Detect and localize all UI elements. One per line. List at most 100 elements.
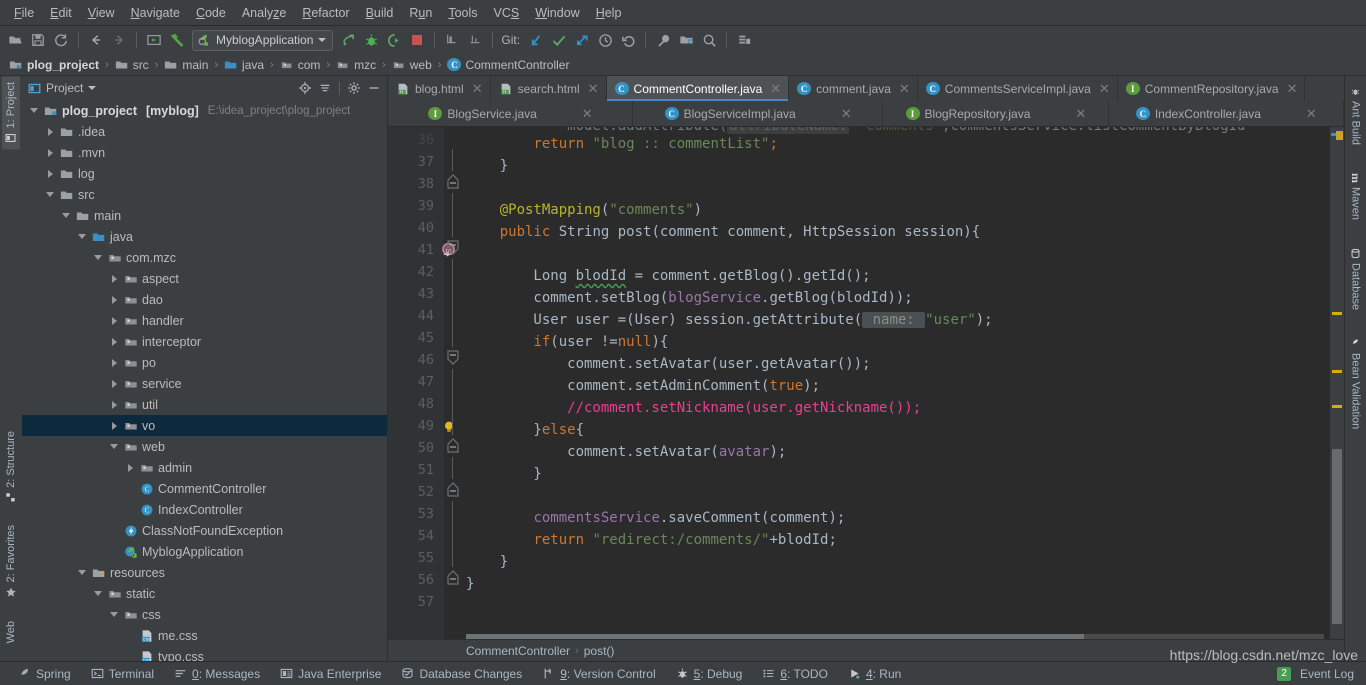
code-line[interactable] [462, 485, 1330, 507]
tree-node-po[interactable]: po [22, 352, 387, 373]
chevron-right-icon[interactable] [108, 420, 120, 432]
tab-blogserviceimpl-java[interactable]: C BlogServiceImpl.java ✕ [633, 101, 884, 126]
fold-marker[interactable] [444, 347, 462, 369]
close-icon[interactable]: ✕ [841, 107, 852, 120]
code-line[interactable]: } [462, 463, 1330, 485]
save-icon[interactable] [27, 29, 49, 51]
tree-node-typo-css[interactable]: CSS typo.css [22, 646, 387, 661]
tab-blogrepository-java[interactable]: I BlogRepository.java ✕ [883, 101, 1109, 126]
chevron-right-icon[interactable] [108, 336, 120, 348]
tree-node-log[interactable]: log [22, 163, 387, 184]
close-icon[interactable]: ✕ [1075, 107, 1086, 120]
status-database-changes[interactable]: Database Changes [391, 665, 532, 683]
tree-node-classnotfoundexception[interactable]: ClassNotFoundException [22, 520, 387, 541]
tree-node-src[interactable]: src [22, 184, 387, 205]
tab-blog-html[interactable]: H blog.html ✕ [388, 76, 491, 101]
scrollbar-thumb[interactable] [466, 634, 1084, 639]
tree-node-admin[interactable]: admin [22, 457, 387, 478]
code-line[interactable]: //comment.setNickname(user.getNickname()… [462, 397, 1330, 419]
tree-node-interceptor[interactable]: interceptor [22, 331, 387, 352]
status-event-log[interactable]: Event Log [1296, 665, 1358, 683]
close-icon[interactable]: ✕ [899, 82, 910, 95]
tree-node-commentcontroller[interactable]: C CommentController [22, 478, 387, 499]
tree-node-css[interactable]: css [22, 604, 387, 625]
chevron-right-icon[interactable] [44, 147, 56, 159]
menu-run[interactable]: Run [401, 3, 440, 23]
code-editor[interactable]: 36 37 38 39 40 41 m 42 43 44 45 46 47 48 49 50 51 52 53 54 5… [388, 127, 1344, 639]
open-folder-icon[interactable] [4, 29, 26, 51]
chevron-right-icon[interactable] [44, 168, 56, 180]
sidebar-item-bean-validation[interactable]: Bean Validation [1347, 332, 1365, 435]
debug-icon[interactable] [360, 29, 382, 51]
breadcrumb-CommentController[interactable]: C CommentController [444, 57, 572, 73]
history-icon[interactable] [594, 29, 616, 51]
breadcrumb-mzc[interactable]: mzc [333, 57, 379, 73]
status-spring[interactable]: Spring [8, 665, 81, 683]
build-hammer-icon[interactable] [166, 29, 188, 51]
run-icon[interactable] [337, 29, 359, 51]
close-icon[interactable]: ✕ [1287, 82, 1298, 95]
tab-commentrepository-java[interactable]: I CommentRepository.java ✕ [1118, 76, 1306, 101]
fold-marker[interactable] [444, 171, 462, 193]
code-line[interactable]: }else{ [462, 419, 1330, 441]
code-line[interactable] [462, 177, 1330, 199]
rollback-icon[interactable] [617, 29, 639, 51]
settings-gear-icon[interactable] [345, 79, 363, 97]
chevron-right-icon[interactable] [124, 462, 136, 474]
fold-marker[interactable] [444, 237, 462, 259]
menu-window[interactable]: Window [527, 3, 587, 23]
stack-icon[interactable] [733, 29, 755, 51]
chevron-right-icon[interactable] [108, 399, 120, 411]
hide-icon[interactable] [365, 79, 383, 97]
project-structure-icon[interactable] [675, 29, 697, 51]
tab-commentsserviceimpl-java[interactable]: C CommentsServiceImpl.java ✕ [918, 76, 1118, 101]
update-project-icon[interactable] [525, 29, 547, 51]
chevron-down-icon[interactable] [92, 588, 104, 600]
menu-file[interactable]: File [6, 3, 42, 23]
tab-comment-java[interactable]: C comment.java ✕ [789, 76, 918, 101]
chevron-right-icon[interactable] [108, 378, 120, 390]
chevron-down-icon[interactable] [92, 252, 104, 264]
fold-marker[interactable] [444, 567, 462, 589]
tree-node-main[interactable]: main [22, 205, 387, 226]
run-configuration-selector[interactable]: MyblogApplication [192, 29, 334, 51]
menu-view[interactable]: View [80, 3, 123, 23]
code-line[interactable]: comment.setAdminComment(true); [462, 375, 1330, 397]
breadcrumb-plog_project[interactable]: plog_project [6, 57, 102, 73]
chevron-right-icon[interactable] [108, 315, 120, 327]
status-java-enterprise[interactable]: Java Enterprise [270, 665, 391, 683]
breadcrumb-java[interactable]: java [221, 57, 267, 73]
tree-node-myblogapplication[interactable]: MyblogApplication [22, 541, 387, 562]
fold-marker[interactable] [444, 479, 462, 501]
status-version-control[interactable]: 9: Version Control [532, 665, 665, 683]
tree-node-indexcontroller[interactable]: C IndexController [22, 499, 387, 520]
tree-node-handler[interactable]: handler [22, 310, 387, 331]
tree-node-me-css[interactable]: CSS me.css [22, 625, 387, 646]
tree-node-dao[interactable]: dao [22, 289, 387, 310]
tree-node-java[interactable]: java [22, 226, 387, 247]
tree-node-util[interactable]: util [22, 394, 387, 415]
tree-node-com-mzc[interactable]: com.mzc [22, 247, 387, 268]
code-line[interactable]: public String post(comment comment, Http… [462, 221, 1330, 243]
breadcrumb-com[interactable]: com [277, 57, 324, 73]
status-run[interactable]: 4: Run [838, 665, 911, 683]
menu-help[interactable]: Help [588, 3, 630, 23]
sidebar-item-favorites[interactable]: 2: Favorites [2, 519, 20, 604]
editor-breadcrumb-class[interactable]: CommentController [466, 644, 570, 658]
code-line[interactable] [462, 243, 1330, 265]
tab-commentcontroller-java[interactable]: C CommentController.java ✕ [606, 76, 790, 101]
chevron-right-icon[interactable] [108, 273, 120, 285]
editor-horizontal-scrollbar[interactable] [466, 634, 1324, 639]
breadcrumb-src[interactable]: src [112, 57, 152, 73]
code-line[interactable]: comment.setBlog(blogService.getBlog(blod… [462, 287, 1330, 309]
status-todo[interactable]: 6: TODO [752, 665, 838, 683]
commit-icon[interactable] [548, 29, 570, 51]
run-anything-icon[interactable] [143, 29, 165, 51]
profile-icon[interactable] [441, 29, 463, 51]
code-line[interactable]: User user =(User) session.getAttribute( … [462, 309, 1330, 331]
chevron-down-icon[interactable] [28, 105, 40, 117]
chevron-down-icon[interactable] [76, 231, 88, 243]
tree-node-static[interactable]: static [22, 583, 387, 604]
menu-navigate[interactable]: Navigate [123, 3, 188, 23]
code-line[interactable]: } [462, 155, 1330, 177]
